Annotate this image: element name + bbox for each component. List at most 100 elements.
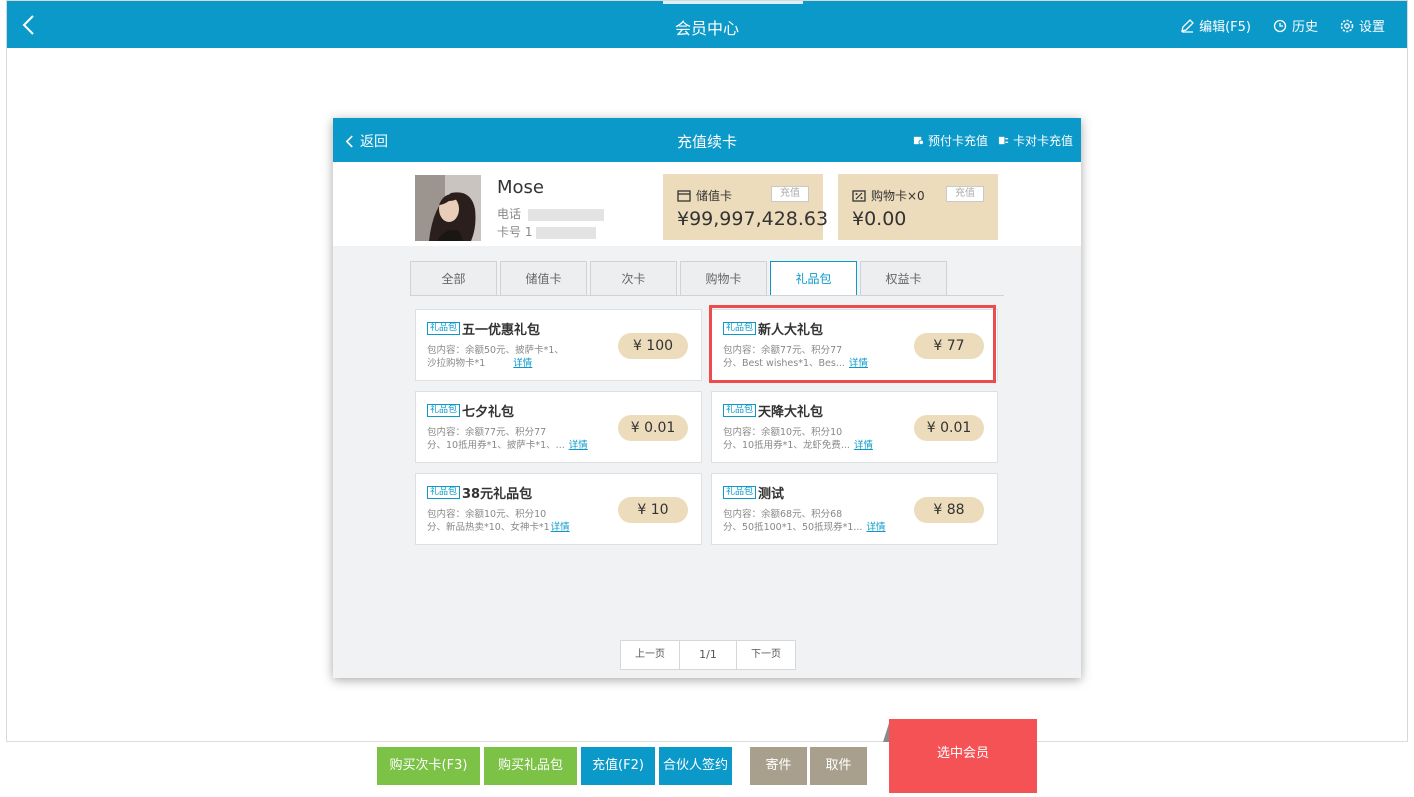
partner-sign-button[interactable]: 合伙人签约 (659, 747, 732, 785)
card-transfer-icon (998, 136, 1009, 145)
member-name: Mose (497, 177, 544, 198)
gift-package-card[interactable]: 礼品包 七夕礼包 包内容：余额77元、积分77 分、10抵用券*1、披萨卡*1、.… (415, 391, 702, 463)
next-page-button[interactable]: 下一页 (737, 641, 795, 669)
gift-detail-link[interactable]: 详情 (513, 358, 532, 369)
buy-gift-package-button[interactable]: 购买礼品包 (484, 747, 577, 785)
settings-button[interactable]: 设置 (1340, 16, 1385, 35)
gift-price: ¥ 100 (618, 333, 688, 359)
gift-desc-line: 包内容：余额68元、积分68 (723, 509, 843, 520)
prev-page-button[interactable]: 上一页 (621, 641, 679, 669)
gift-tag: 礼品包 (723, 486, 757, 499)
card-transfer-label: 卡对卡充值 (1012, 134, 1073, 148)
phone-label: 电话 (497, 207, 522, 221)
recharge-button[interactable]: 充值(F2) (581, 747, 655, 785)
member-info: Mose 电话 卡号 1 储值卡 充值 ¥99,997,428.63 购物卡×0… (333, 162, 1081, 246)
pencil-icon (1181, 18, 1194, 33)
gift-description: 包内容：余额77元、积分77 分、10抵用券*1、披萨卡*1、... 详情 (427, 426, 597, 452)
gift-desc-line: 包内容：余额77元、积分77 (723, 345, 843, 356)
card-transfer-button[interactable]: 卡对卡充值 (998, 132, 1073, 149)
shopping-card: 购物卡×0 充值 ¥0.00 (838, 174, 998, 240)
percent-icon (852, 189, 866, 202)
gift-desc-line: 分、新品热卖*10、女神卡*1 (427, 522, 550, 533)
gift-detail-link[interactable]: 详情 (849, 358, 868, 369)
gift-tag: 礼品包 (427, 486, 461, 499)
history-button[interactable]: 历史 (1273, 16, 1318, 35)
pickup-parcel-button[interactable]: 取件 (810, 747, 867, 785)
card-label: 卡号 (497, 225, 522, 239)
gift-tag: 礼品包 (723, 322, 757, 335)
clock-icon (1273, 19, 1287, 32)
gear-icon (1340, 19, 1354, 32)
recharge-modal: 返回 充值续卡 预付卡充值 卡对卡充值 Mose 电话 卡号 1 储值卡 充值 … (333, 118, 1081, 678)
stored-value-recharge-button[interactable]: 充值 (771, 186, 809, 202)
gift-desc-line: 包内容：余额10元、积分10 (427, 509, 547, 520)
tab-all[interactable]: 全部 (410, 261, 497, 296)
gift-package-card[interactable]: 礼品包 测试 包内容：余额68元、积分68 分、50抵100*1、50抵现券*1.… (711, 473, 998, 545)
tab-stored-value[interactable]: 储值卡 (500, 261, 587, 296)
gift-price: ¥ 77 (914, 333, 984, 359)
gift-desc-line: 分、Best wishes*1、Bes... (723, 358, 845, 369)
stored-value-balance: ¥99,997,428.63 (677, 208, 829, 230)
gift-name: 38元礼品包 (462, 487, 533, 502)
gift-name: 测试 (758, 487, 785, 502)
gift-package-card[interactable]: 礼品包 新人大礼包 包内容：余额77元、积分77 分、Best wishes*1、… (711, 309, 998, 381)
gift-name: 天降大礼包 (758, 405, 824, 420)
card-type-tabs: 全部 储值卡 次卡 购物卡 礼品包 权益卡 (410, 261, 950, 296)
gift-detail-link[interactable]: 详情 (854, 440, 873, 451)
gift-desc-line: 包内容：余额50元、披萨卡*1、 (427, 345, 564, 356)
prepaid-recharge-label: 预付卡充值 (927, 134, 988, 148)
member-phone: 电话 (497, 205, 604, 222)
gift-tag: 礼品包 (427, 404, 461, 417)
shopping-card-recharge-button[interactable]: 充值 (946, 186, 984, 202)
prepaid-card-icon (913, 136, 924, 146)
top-bar: 会员中心 编辑(F5) 历史 设置 (7, 1, 1407, 48)
gift-desc-line: 分、10抵用券*1、披萨卡*1、... (427, 440, 565, 451)
page-indicator: 1/1 (679, 641, 737, 669)
shopping-card-balance: ¥0.00 (852, 208, 907, 230)
shopping-card-label: 购物卡×0 (871, 189, 925, 203)
gift-price: ¥ 10 (618, 497, 688, 523)
prepaid-recharge-button[interactable]: 预付卡充值 (913, 132, 988, 149)
settings-label: 设置 (1358, 20, 1385, 35)
stored-value-card: 储值卡 充值 ¥99,997,428.63 (663, 174, 828, 240)
gift-tag: 礼品包 (723, 404, 757, 417)
edit-button[interactable]: 编辑(F5) (1180, 16, 1251, 35)
modal-actions: 预付卡充值 卡对卡充值 (913, 132, 1073, 149)
gift-package-card[interactable]: 礼品包 天降大礼包 包内容：余额10元、积分10 分、10抵用券*1、龙虾免费..… (711, 391, 998, 463)
pagination: 上一页 1/1 下一页 (620, 640, 796, 670)
gift-desc-line: 沙拉购物卡*1 (427, 358, 486, 369)
gift-package-card[interactable]: 礼品包 五一优惠礼包 包内容：余额50元、披萨卡*1、 沙拉购物卡*1 详情 ¥ 1… (415, 309, 702, 381)
tab-benefit-card[interactable]: 权益卡 (860, 261, 947, 296)
gift-name: 七夕礼包 (462, 405, 515, 420)
avatar (415, 175, 481, 241)
card-prefix: 1 (524, 225, 533, 239)
stored-value-title: 储值卡 (677, 187, 732, 204)
gift-detail-link[interactable]: 详情 (866, 522, 885, 533)
card-redacted (536, 226, 597, 239)
gift-name: 新人大礼包 (758, 323, 824, 338)
gift-detail-link[interactable]: 详情 (551, 522, 570, 533)
gift-desc-line: 分、10抵用券*1、龙虾免费... (723, 440, 850, 451)
tab-gift-package[interactable]: 礼品包 (770, 261, 857, 296)
tab-count-card[interactable]: 次卡 (590, 261, 677, 296)
send-parcel-button[interactable]: 寄件 (750, 747, 807, 785)
gift-tag: 礼品包 (427, 322, 461, 335)
tab-shopping-card[interactable]: 购物卡 (680, 261, 767, 296)
buy-count-card-button[interactable]: 购买次卡(F3) (377, 747, 480, 785)
gift-description: 包内容：余额77元、积分77 分、Best wishes*1、Bes... 详情 (723, 344, 893, 370)
modal-header: 返回 充值续卡 预付卡充值 卡对卡充值 (333, 118, 1081, 162)
gift-package-card[interactable]: 礼品包 38元礼品包 包内容：余额10元、积分10 分、新品热卖*10、女神卡*1… (415, 473, 702, 545)
gift-price: ¥ 0.01 (618, 415, 688, 441)
stored-value-label: 储值卡 (696, 189, 733, 203)
phone-redacted (527, 208, 604, 221)
top-actions: 编辑(F5) 历史 设置 (1180, 16, 1385, 35)
edit-label: 编辑(F5) (1199, 20, 1251, 35)
gift-desc-line: 包内容：余额10元、积分10 (723, 427, 843, 438)
gift-price: ¥ 0.01 (914, 415, 984, 441)
shopping-card-title: 购物卡×0 (852, 187, 925, 204)
gift-description: 包内容：余额50元、披萨卡*1、 沙拉购物卡*1 详情 (427, 344, 597, 370)
gift-detail-link[interactable]: 详情 (569, 440, 588, 451)
select-member-button[interactable]: 选中会员 (889, 719, 1037, 793)
gift-desc-line: 分、50抵100*1、50抵现券*1... (723, 522, 863, 533)
member-card-number: 卡号 1 (497, 223, 597, 240)
